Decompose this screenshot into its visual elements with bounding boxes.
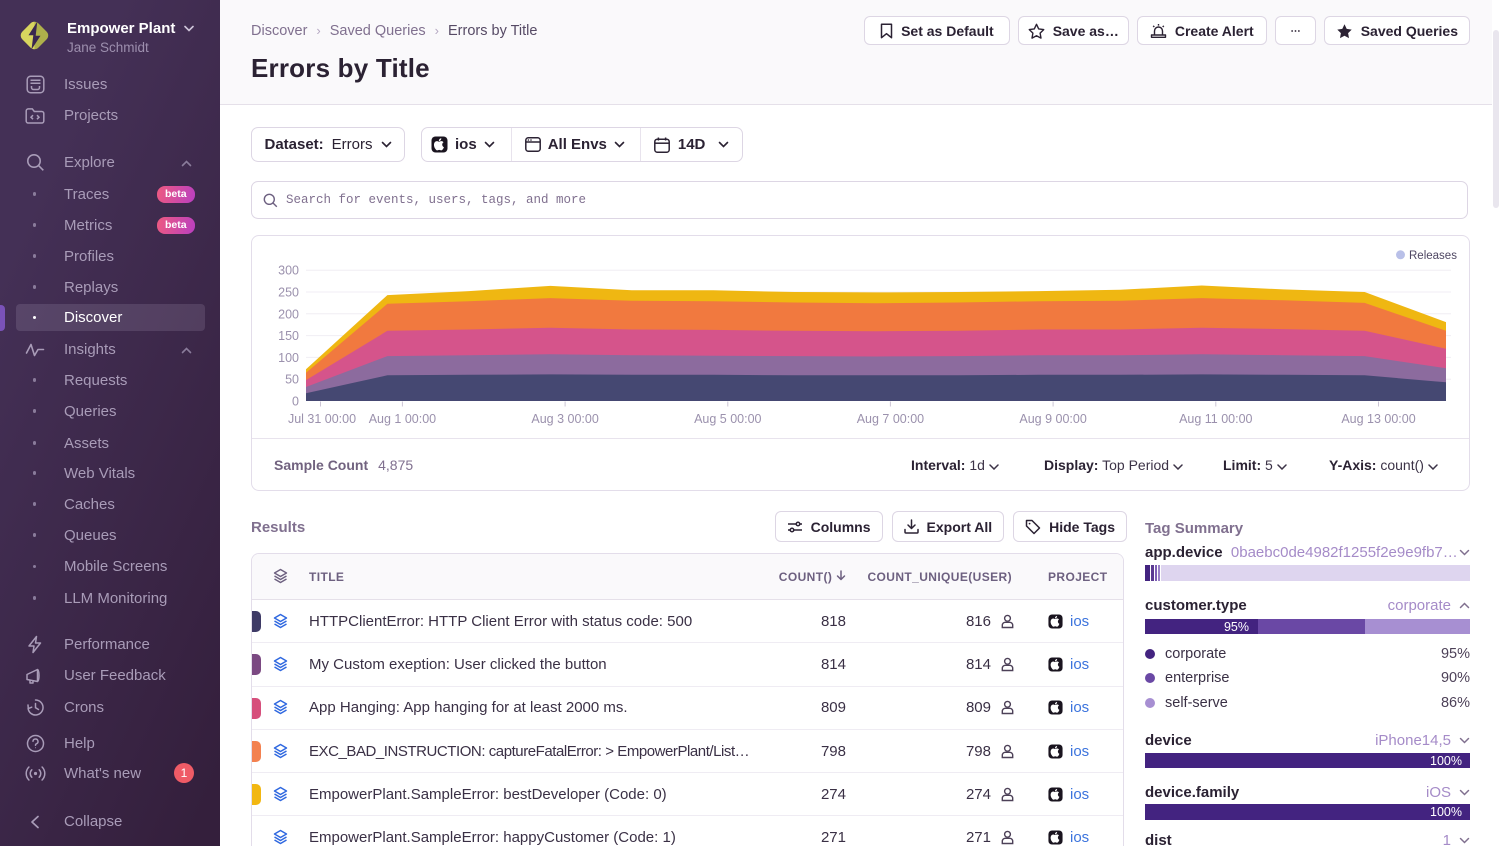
- svg-text:100: 100: [278, 351, 299, 365]
- svg-text:Releases: Releases: [1409, 250, 1457, 262]
- svg-text:Aug 13 00:00: Aug 13 00:00: [1341, 412, 1415, 426]
- svg-text:200: 200: [278, 307, 299, 321]
- svg-text:Aug 9 00:00: Aug 9 00:00: [1019, 412, 1086, 426]
- svg-text:Aug 7 00:00: Aug 7 00:00: [857, 412, 924, 426]
- svg-text:250: 250: [278, 286, 299, 300]
- svg-text:150: 150: [278, 329, 299, 343]
- svg-text:Aug 1 00:00: Aug 1 00:00: [369, 412, 436, 426]
- svg-text:Aug 5 00:00: Aug 5 00:00: [694, 412, 761, 426]
- svg-text:300: 300: [278, 264, 299, 278]
- svg-text:0: 0: [292, 395, 299, 409]
- svg-text:Jul 31 00:00: Jul 31 00:00: [288, 412, 356, 426]
- svg-text:Aug 11 00:00: Aug 11 00:00: [1179, 412, 1252, 426]
- svg-text:50: 50: [285, 373, 299, 387]
- svg-text:Aug 3 00:00: Aug 3 00:00: [531, 412, 598, 426]
